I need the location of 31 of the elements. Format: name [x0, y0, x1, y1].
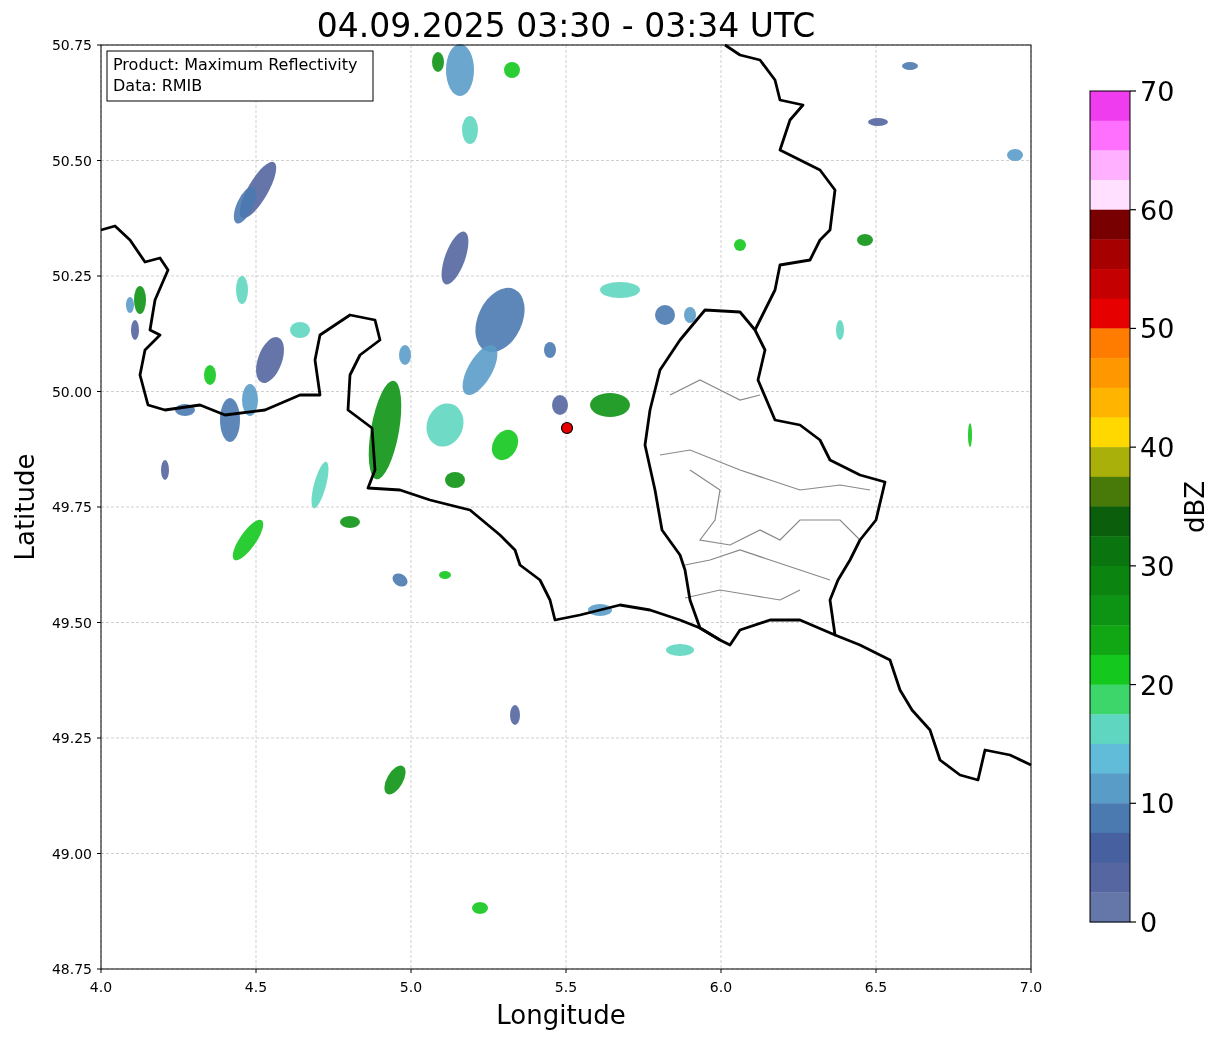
y-tick-label: 50.25 — [51, 268, 92, 284]
x-tick-label: 4.0 — [89, 979, 113, 995]
colorbar-tick-label: 30 — [1140, 550, 1175, 582]
x-tick-label: 5.5 — [554, 979, 578, 995]
colorbar-tick-label: 60 — [1140, 194, 1175, 226]
colorbar-tick-label: 50 — [1140, 313, 1175, 345]
colorbar-tick-label: 40 — [1140, 432, 1175, 464]
colorbar-label: dBZ — [1180, 480, 1210, 534]
y-tick-label: 49.25 — [51, 730, 92, 746]
y-tick-label: 50.50 — [51, 152, 92, 169]
colorbar-tick-label: 20 — [1140, 669, 1175, 701]
x-tick-label: 5.0 — [399, 979, 423, 995]
x-tick-label: 6.5 — [864, 979, 888, 995]
y-axis-label: Latitude — [10, 453, 40, 561]
y-tick-label: 49.00 — [51, 845, 92, 862]
plot-title: 04.09.2025 03:30 - 03:34 UTC — [316, 6, 816, 45]
y-tick-label: 48.75 — [51, 961, 92, 977]
y-tick-label: 50.75 — [51, 37, 92, 53]
colorbar-tick-label: 10 — [1140, 788, 1175, 820]
annotation-text: Data: RMIB — [113, 76, 203, 95]
radar-site-icon — [560, 421, 574, 435]
x-tick-label: 7.0 — [1019, 979, 1043, 995]
y-tick-label: 49.50 — [51, 614, 92, 631]
annotation-text: Product: Maximum Reflectivity — [113, 55, 358, 74]
x-axis-label: Longitude — [496, 1000, 626, 1030]
y-tick-label: 50.00 — [51, 383, 92, 400]
y-tick-label: 49.75 — [51, 499, 92, 515]
colorbar-tick-label: 70 — [1140, 76, 1175, 107]
x-tick-label: 4.5 — [244, 979, 268, 995]
colorbar-tick-label: 0 — [1140, 907, 1158, 938]
x-tick-label: 6.0 — [709, 979, 733, 995]
